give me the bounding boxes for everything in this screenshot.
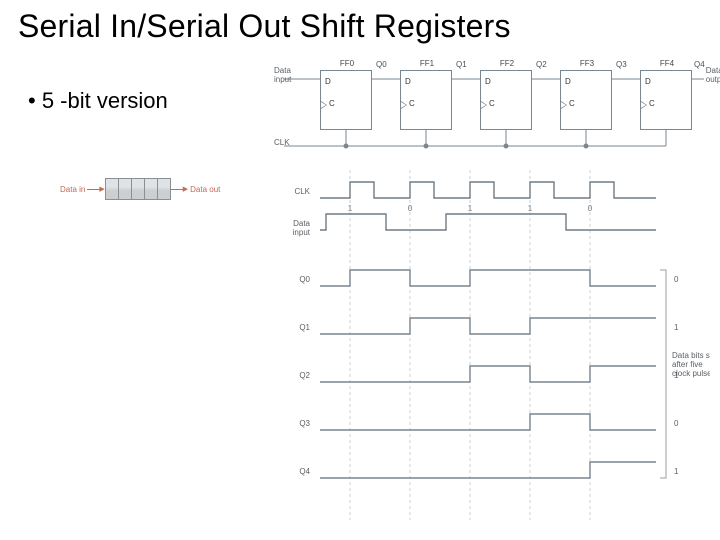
clk-label: CLK: [274, 138, 290, 147]
arrow-right-icon: [87, 185, 104, 193]
svg-text:Q3: Q3: [299, 419, 310, 428]
svg-text:input: input: [293, 228, 311, 237]
svg-text:0: 0: [408, 204, 413, 213]
svg-text:0: 0: [588, 204, 593, 213]
circuit-wires: [274, 58, 710, 150]
bullet-item: 5 -bit version: [28, 88, 168, 114]
svg-text:1: 1: [674, 323, 679, 332]
svg-text:0: 0: [674, 419, 679, 428]
svg-text:Data: Data: [293, 219, 310, 228]
svg-text:1: 1: [348, 204, 353, 213]
cell: [157, 178, 171, 200]
concept-in-label: Data in: [60, 185, 85, 194]
svg-text:Q2: Q2: [299, 371, 310, 380]
svg-text:1: 1: [468, 204, 473, 213]
concept-block: Data in Data out: [58, 174, 236, 204]
svg-text:Data bits stored: Data bits stored: [672, 351, 710, 360]
concept-out-label: Data out: [190, 185, 220, 194]
data-output-label: Dataoutput: [706, 66, 720, 84]
q-label: Q4: [694, 60, 705, 69]
timing-diagram: CLKDatainput10110Q0Q1Q2Q3Q401101Data bit…: [274, 160, 710, 530]
q-label: Q3: [616, 60, 627, 69]
page-title: Serial In/Serial Out Shift Registers: [18, 8, 511, 45]
svg-text:Q1: Q1: [299, 323, 310, 332]
svg-text:clock pulses: clock pulses: [672, 369, 710, 378]
cell: [144, 178, 158, 200]
svg-text:Q0: Q0: [299, 275, 310, 284]
circuit-diagram: FF0 D C FF1 D C FF2 D C FF3 D C FF4 D C: [274, 58, 710, 150]
svg-text:CLK: CLK: [294, 187, 310, 196]
cell: [131, 178, 145, 200]
q-label: Q0: [376, 60, 387, 69]
arrow-right-icon: [171, 185, 188, 193]
svg-text:Q4: Q4: [299, 467, 310, 476]
concept-cells: [105, 178, 171, 200]
q-label: Q1: [456, 60, 467, 69]
data-input-label: Datainput: [274, 66, 291, 84]
svg-text:after five: after five: [672, 360, 703, 369]
svg-text:0: 0: [674, 275, 679, 284]
cell: [105, 178, 119, 200]
svg-text:1: 1: [528, 204, 533, 213]
svg-text:1: 1: [674, 467, 679, 476]
cell: [118, 178, 132, 200]
q-label: Q2: [536, 60, 547, 69]
